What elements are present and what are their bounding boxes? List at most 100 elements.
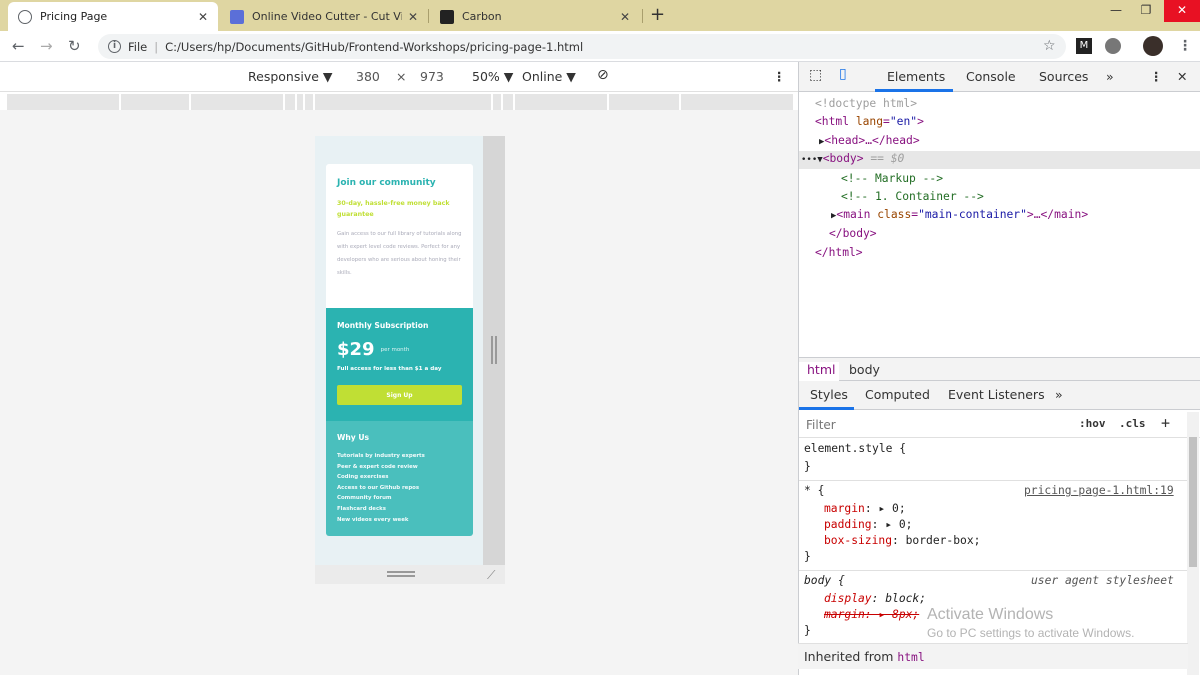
dom-comment-markup[interactable]: <!-- Markup --> (841, 172, 943, 185)
list-item: Peer & expert code review (337, 463, 418, 470)
dom-body-close[interactable]: </body> (829, 227, 877, 240)
extension-globe-icon[interactable] (1105, 38, 1121, 54)
tab-sources[interactable]: Sources (1039, 69, 1088, 84)
url-text: C:/Users/hp/Documents/GitHub/Frontend-Wo… (165, 39, 584, 54)
active-subtab-underline (799, 407, 854, 410)
price-value: $29 (337, 339, 375, 360)
zoom-select[interactable]: 50% ▼ (472, 69, 513, 84)
dom-html-close[interactable]: </html> (815, 246, 863, 259)
viewport-height-input[interactable]: 973 (420, 69, 444, 84)
maximize-icon[interactable]: ❐ (1131, 0, 1161, 22)
body-selector[interactable]: body { (804, 574, 845, 587)
device-menu-kebab-icon[interactable]: ⋮ (773, 69, 786, 84)
element-style-selector[interactable]: element.style { (804, 442, 906, 455)
tab-pricing-page[interactable]: Pricing Page ✕ (8, 2, 218, 31)
styles-subtabs: Styles Computed Event Listeners » (799, 381, 1200, 410)
breadcrumb-html[interactable]: html (799, 362, 839, 382)
viewport-width-input[interactable]: 380 (356, 69, 380, 84)
tab-elements[interactable]: Elements (887, 69, 945, 84)
more-tabs-chevron[interactable]: » (1106, 69, 1114, 84)
list-item: Access to our Github repos (337, 484, 420, 491)
hover-state-toggle[interactable]: :hov (1079, 417, 1106, 430)
resize-corner-icon[interactable]: ⟋ (487, 568, 495, 583)
close-tab-icon[interactable]: ✕ (198, 10, 208, 24)
network-throttle-select[interactable]: Online ▼ (522, 69, 576, 84)
card-description: Gain access to our full library of tutor… (337, 231, 462, 277)
css-declaration-overridden[interactable]: margin: ▸ 8px; (824, 608, 919, 621)
new-tab-button[interactable]: + (650, 4, 665, 25)
close-tab-icon[interactable]: ✕ (408, 10, 418, 24)
bookmark-star-icon[interactable]: ☆ (1043, 38, 1056, 54)
dom-head[interactable]: ▶<head>…</head> (819, 134, 920, 147)
devtools-tabbar: ⬚ ▯ Elements Console Sources » ⋮ ✕ (799, 62, 1200, 92)
tab-title: Online Video Cutter - Cut Video (252, 10, 402, 23)
rule-close-brace: } (804, 460, 811, 473)
activate-windows-watermark: Activate Windows Go to PC settings to ac… (927, 606, 1134, 640)
community-section: Join our community 30-day, hassle-free m… (326, 164, 473, 308)
rule-divider (799, 570, 1187, 571)
browser-toolbar: ← → ↻ i File | C:/Users/hp/Documents/Git… (0, 31, 1200, 62)
close-devtools-icon[interactable]: ✕ (1177, 69, 1187, 84)
resize-handle-right[interactable] (483, 136, 505, 565)
tab-carbon[interactable]: Carbon ✕ (430, 2, 640, 31)
dom-doctype[interactable]: <!doctype html> (815, 97, 917, 110)
device-toolbar: Responsive ▼ 380 × 973 50% ▼ Online ▼ ⊘ … (0, 62, 798, 92)
styles-scrollbar[interactable] (1187, 412, 1199, 675)
device-toggle-icon[interactable]: ▯ (839, 66, 847, 82)
tab-styles[interactable]: Styles (810, 387, 848, 402)
star-selector[interactable]: * { (804, 484, 824, 497)
why-us-title: Why Us (337, 433, 370, 442)
media-query-ruler[interactable] (7, 94, 793, 110)
devtools-menu-kebab-icon[interactable]: ⋮ (1150, 69, 1163, 84)
extension-m-icon[interactable]: M (1076, 38, 1092, 54)
device-mode-select[interactable]: Responsive ▼ (248, 69, 333, 84)
watermark-line2: Go to PC settings to activate Windows. (927, 626, 1135, 640)
dom-comment-container[interactable]: <!-- 1. Container --> (841, 190, 984, 203)
tab-video-cutter[interactable]: Online Video Cutter - Cut Video ✕ (220, 2, 428, 31)
user-agent-source: user agent stylesheet (1031, 574, 1174, 587)
tab-title: Pricing Page (40, 10, 108, 23)
why-us-list: Tutorials by industry experts Peer & exp… (337, 451, 462, 525)
forward-arrow-icon[interactable]: → (40, 37, 53, 55)
tab-event-listeners[interactable]: Event Listeners (948, 387, 1045, 402)
url-scheme: File (128, 39, 148, 54)
rule-divider (799, 480, 1187, 481)
menu-kebab-icon[interactable]: ⋮ (1178, 38, 1192, 54)
close-window-icon[interactable]: ✕ (1164, 0, 1200, 22)
more-subtabs-chevron[interactable]: » (1055, 387, 1063, 402)
class-toggle[interactable]: .cls (1119, 417, 1146, 430)
css-declaration[interactable]: margin: ▸ 0; (824, 502, 906, 515)
info-icon[interactable]: i (108, 40, 121, 53)
css-declaration[interactable]: display: block; (824, 592, 926, 605)
inherited-from-row: Inherited from html (798, 643, 1188, 669)
rotate-icon[interactable]: ⊘ (597, 67, 609, 83)
card-subtitle: 30-day, hassle-free money back guarantee (337, 200, 450, 218)
resize-handle-bottom[interactable]: ⟋ (315, 565, 505, 584)
watermark-line1: Activate Windows (927, 606, 1054, 623)
inspect-element-icon[interactable]: ⬚ (809, 67, 822, 83)
access-note: Full access for less than $1 a day (337, 366, 442, 372)
sign-up-button[interactable]: Sign Up (337, 385, 462, 405)
dom-body-open[interactable]: •••▼<body> == $0 (801, 152, 904, 165)
back-arrow-icon[interactable]: ← (12, 37, 25, 55)
avatar[interactable] (1143, 36, 1163, 56)
new-rule-plus-icon[interactable]: + (1161, 414, 1170, 432)
tab-title: Carbon (462, 10, 502, 23)
css-declaration[interactable]: padding: ▸ 0; (824, 518, 912, 531)
dom-html-open[interactable]: <html lang="en"> (815, 115, 924, 128)
minimize-icon[interactable]: — (1101, 0, 1131, 22)
tab-divider (428, 9, 429, 23)
rule-source-link[interactable]: pricing-page-1.html:19 (1024, 484, 1174, 497)
css-declaration[interactable]: box-sizing: border-box; (824, 534, 980, 547)
close-tab-icon[interactable]: ✕ (620, 10, 630, 24)
url-separator: | (154, 39, 159, 54)
tab-console[interactable]: Console (966, 69, 1016, 84)
tab-computed[interactable]: Computed (865, 387, 930, 402)
inherited-tag[interactable]: html (897, 651, 924, 664)
breadcrumb-body[interactable]: body (849, 362, 880, 377)
dom-main[interactable]: ▶<main class="main-container">…</main> (831, 208, 1088, 221)
list-item: Flashcard decks (337, 505, 386, 512)
styles-filter-input[interactable] (803, 415, 1067, 435)
reload-icon[interactable]: ↻ (68, 37, 81, 55)
address-bar[interactable]: i File | C:/Users/hp/Documents/GitHub/Fr… (98, 34, 1066, 59)
